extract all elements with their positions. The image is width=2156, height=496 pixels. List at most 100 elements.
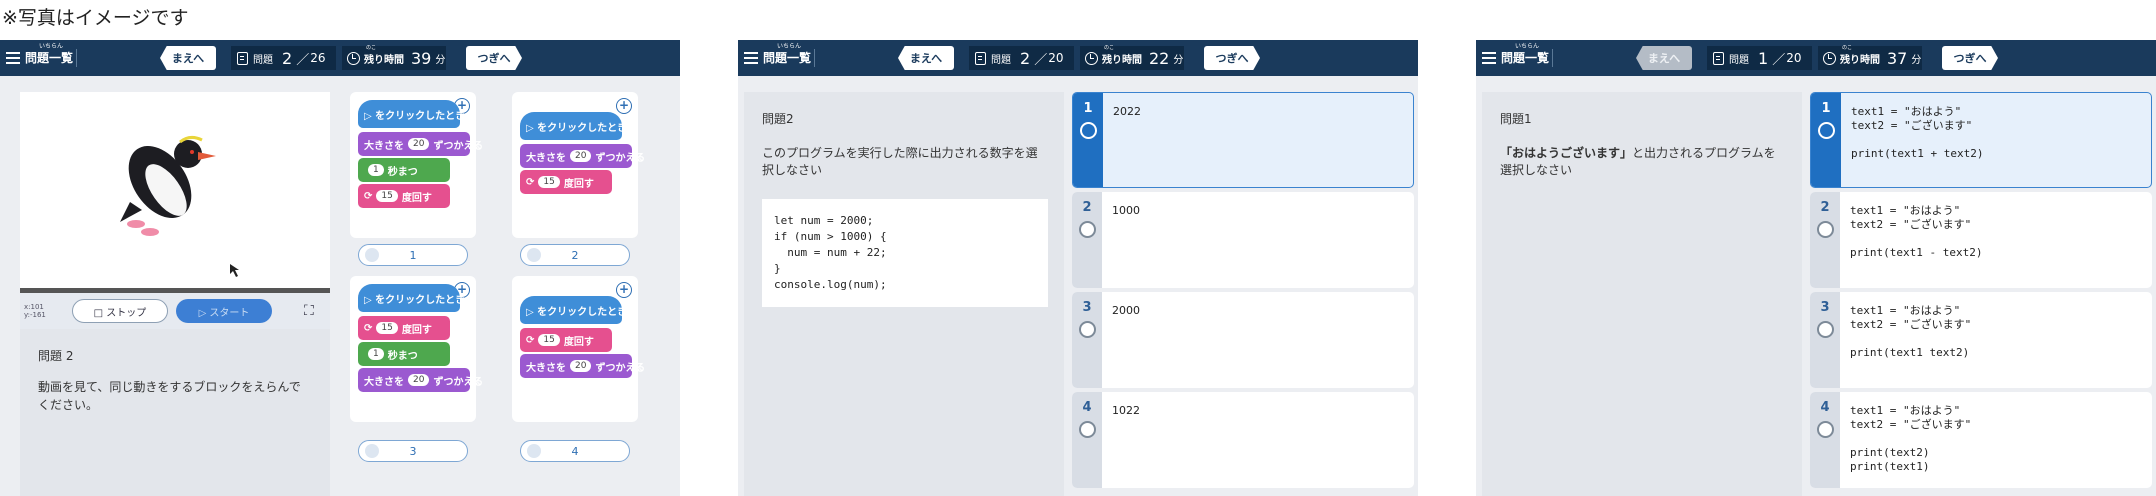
clock-icon (1823, 51, 1836, 65)
zoom-icon[interactable]: + (616, 282, 632, 298)
menu-label: 問題一覧 (25, 51, 74, 65)
answer-code: text1 = "おはよう" text2 = "ございます" print(tex… (1851, 105, 1984, 160)
radio-icon[interactable] (1818, 122, 1835, 139)
answer-number: 2 (1082, 200, 1092, 215)
answer-option-3[interactable]: 3 text1 = "おはよう" text2 = "ございます" print(t… (1810, 292, 2152, 388)
zoom-icon[interactable]: + (616, 98, 632, 114)
block-wait: 1 秒まつ (358, 158, 450, 182)
screen-block-quiz: いちらん問題一覧 まえへ 問題 2 ／ 26 のこ残り時間 39 分 つぎへ (0, 40, 680, 496)
radio-icon[interactable] (1080, 122, 1097, 139)
question-panel: 問題 2 動画を見て、同じ動きをするブロックをえらんでください。 (20, 329, 330, 496)
next-button[interactable]: つぎへ (1204, 46, 1260, 70)
answer-code: text1 = "おはよう" text2 = "ございます" print(tex… (1850, 204, 1983, 259)
question-text: 動画を見て、同じ動きをするブロックをえらんでください。 (38, 380, 301, 412)
time-value: 37 (1887, 48, 1908, 68)
block-size: 大きさを 20 ずつかえる (358, 368, 483, 392)
radio-icon[interactable] (1817, 421, 1834, 438)
answer-option-2[interactable]: 2 1000 (1072, 192, 1414, 288)
document-icon (237, 51, 248, 65)
question-label: 問題 (1729, 54, 1749, 66)
radio-icon (527, 248, 541, 262)
radio-icon[interactable] (1079, 221, 1096, 238)
radio-icon[interactable] (1079, 421, 1096, 438)
prev-button[interactable]: まえへ (160, 46, 216, 70)
radio-icon[interactable] (1817, 221, 1834, 238)
time-ruby: のこ (1104, 44, 1115, 51)
time-remaining: のこ 残り時間 39 分 (342, 44, 446, 70)
block-rotate: ⟳ 15 度回す (520, 328, 612, 352)
answer-option-4[interactable]: 4 1022 (1072, 392, 1414, 488)
menu-label: 問題一覧 (1501, 51, 1550, 65)
document-icon (975, 51, 986, 65)
document-icon (1713, 51, 1724, 65)
option-button-2[interactable]: 2 (520, 244, 630, 266)
time-unit: 分 (1173, 54, 1184, 66)
option-button-1[interactable]: 1 (358, 244, 468, 266)
block-rotate: ⟳ 15 度回す (520, 170, 612, 194)
time-remaining: のこ 残り時間 37 分 (1818, 45, 1922, 70)
menu-ruby: いちらん (1515, 43, 1540, 50)
answer-text: 1022 (1112, 404, 1140, 417)
block-rotate: ⟳ 15 度回す (358, 316, 450, 340)
sprite-coordinates: x:101 y:-161 (24, 303, 46, 319)
divider (814, 49, 815, 67)
time-value: 39 (411, 48, 432, 68)
time-ruby: のこ (366, 44, 377, 51)
prev-button[interactable]: まえへ (1636, 46, 1692, 70)
time-label: 残り時間 (1102, 54, 1142, 66)
question-title: 問題 2 (38, 349, 74, 363)
video-controls: x:101 y:-161 □ ストップ ▷ スタート ⛶ (20, 293, 330, 329)
hamburger-icon (744, 51, 758, 64)
question-total: 20 (1786, 51, 1802, 65)
radio-icon (527, 444, 541, 458)
hamburger-icon (1482, 51, 1496, 64)
answer-option-1[interactable]: 1 text1 = "おはよう" text2 = "ございます" print(t… (1810, 92, 2152, 188)
top-bar: いちらん 問題一覧 まえへ 問題 1 ／ 20 のこ 残り時間 37 分 つぎへ (1476, 40, 2156, 76)
answer-number: 1 (1821, 101, 1831, 116)
next-button[interactable]: つぎへ (466, 46, 522, 70)
block-card-4: + ▷ をクリックしたとき ⟳ 15 度回す 大きさを 20 ずつかえる (512, 276, 645, 422)
menu-ruby: いちらん (777, 43, 802, 50)
block-wait: 1 秒まつ (358, 342, 450, 366)
answer-code: text1 = "おはよう" text2 = "ございます" print(tex… (1850, 404, 1972, 473)
radio-icon[interactable] (1079, 321, 1096, 338)
question-label: 問題 (253, 54, 273, 66)
question-list-menu[interactable]: いちらん 問題一覧 (6, 43, 74, 66)
question-panel: 問題2 このプログラムを実行した際に出力される数字を選択しなさい let num… (744, 92, 1064, 496)
block-card-2: + ▷ をクリックしたとき 大きさを 20 ずつかえる ⟳ 15 度回す (512, 92, 645, 238)
option-button-4[interactable]: 4 (520, 440, 630, 462)
question-text: 「おはようございます」と出力されるプログラムを選択しなさい (1500, 145, 1784, 179)
image-caption: ※写真はイメージです (2, 7, 189, 29)
block-event: ▷ をクリックしたとき (520, 112, 627, 140)
time-unit: 分 (435, 54, 446, 66)
answer-number: 4 (1082, 400, 1092, 415)
time-remaining: のこ 残り時間 22 分 (1080, 44, 1184, 70)
video-player[interactable] (20, 92, 330, 288)
block-card-1: + ▷ をクリックしたとき 大きさを 20 ずつかえる 1 秒まつ ⟳ 15 度回す (350, 92, 483, 238)
start-button[interactable]: ▷ スタート (176, 299, 272, 323)
answer-option-4[interactable]: 4 text1 = "おはよう" text2 = "ございます" print(t… (1810, 392, 2152, 488)
answer-number: 2 (1820, 200, 1830, 215)
stop-button[interactable]: □ ストップ (72, 299, 168, 323)
radio-icon[interactable] (1817, 321, 1834, 338)
prev-button[interactable]: まえへ (898, 46, 954, 70)
question-total: 26 (310, 51, 326, 65)
question-panel: 問題1 「おはようございます」と出力されるプログラムを選択しなさい (1482, 92, 1802, 496)
answer-option-3[interactable]: 3 2000 (1072, 292, 1414, 388)
answer-option-1[interactable]: 1 2022 (1072, 92, 1414, 188)
option-button-3[interactable]: 3 (358, 440, 468, 462)
question-list-menu[interactable]: いちらん 問題一覧 (744, 43, 812, 66)
radio-icon (365, 248, 379, 262)
next-button[interactable]: つぎへ (1942, 46, 1998, 70)
penguin-image (120, 135, 239, 277)
question-list-menu[interactable]: いちらん 問題一覧 (1482, 43, 1550, 66)
menu-label: 問題一覧 (763, 51, 812, 65)
clock-icon (347, 51, 360, 65)
fullscreen-icon[interactable]: ⛶ (304, 303, 314, 319)
question-counter: 問題 2 ／ 26 (231, 46, 336, 70)
answer-option-2[interactable]: 2 text1 = "おはよう" text2 = "ございます" print(t… (1810, 192, 2152, 288)
block-size: 大きさを 20 ずつかえる (520, 354, 645, 378)
time-label: 残り時間 (1840, 54, 1880, 66)
code-block: let num = 2000; if (num > 1000) { num = … (762, 199, 1048, 307)
radio-icon (365, 444, 379, 458)
